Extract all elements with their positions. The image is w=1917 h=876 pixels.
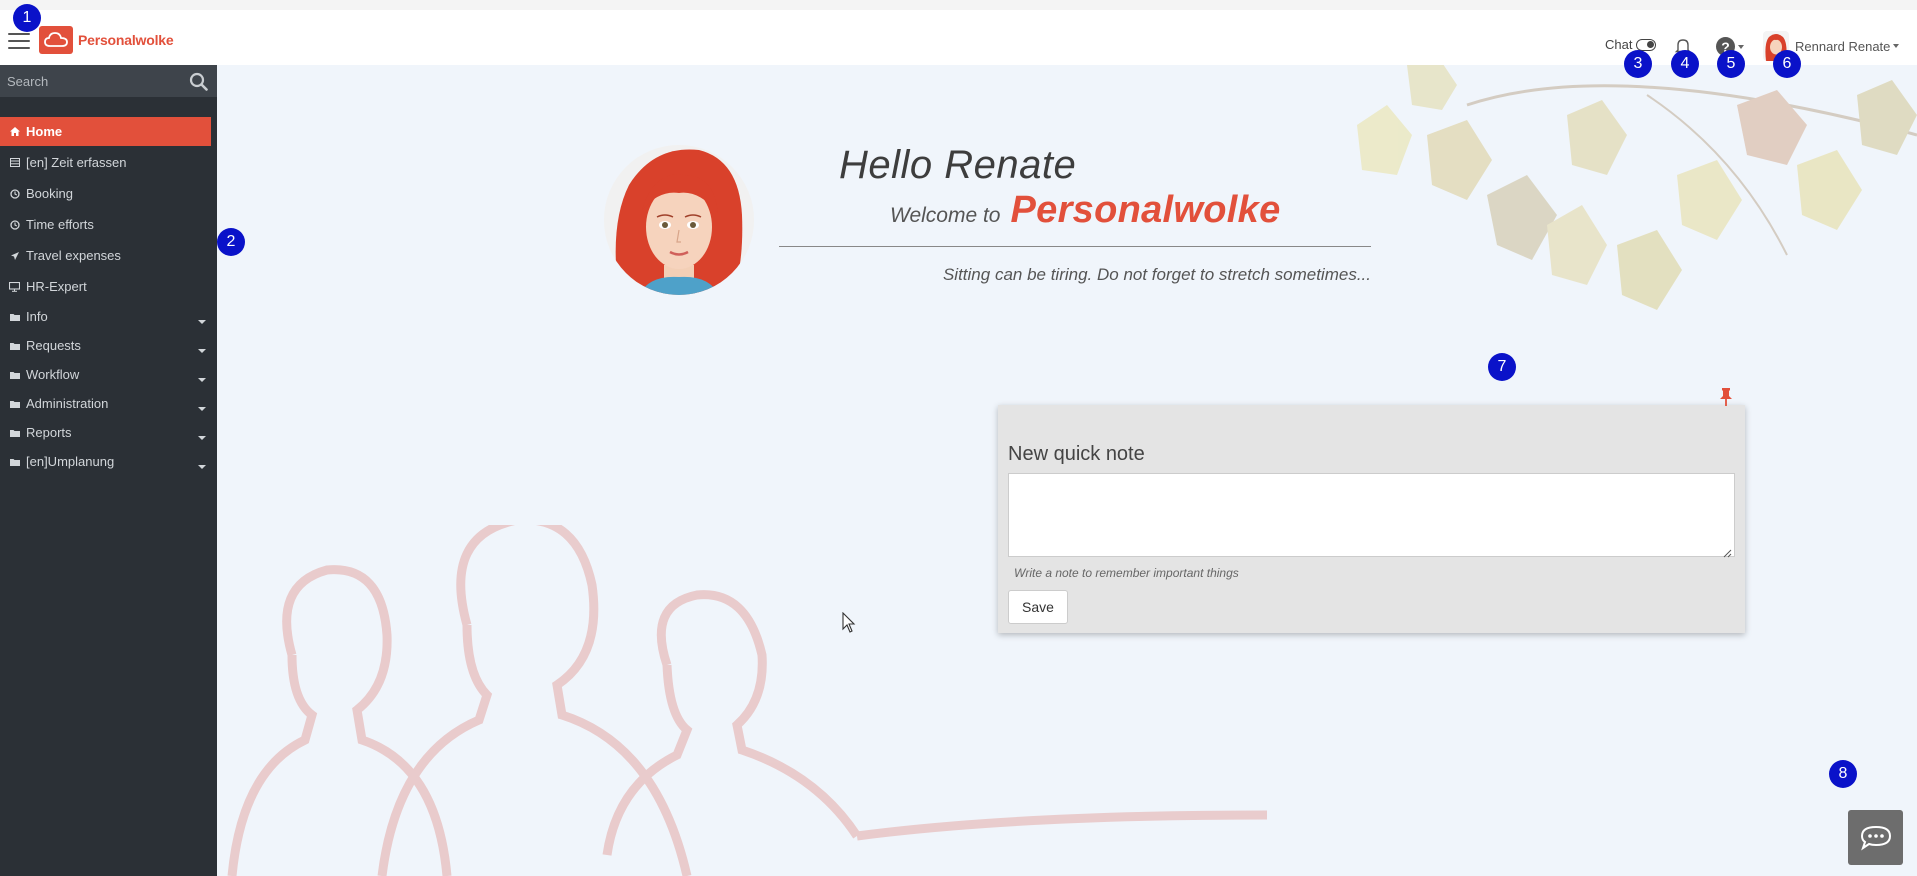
search-icon[interactable]: [189, 72, 208, 91]
welcome-to-text: Welcome to: [890, 204, 1001, 227]
list-icon: [9, 158, 20, 167]
annotation-badge: 3: [1624, 50, 1652, 78]
sidebar-item-label: Info: [26, 309, 48, 324]
leaves-background-image: [1357, 65, 1917, 310]
folder-icon: [9, 371, 20, 379]
chevron-down-icon: [198, 436, 206, 440]
main-content: Hello Renate Welcome to Personalwolke Si…: [217, 65, 1917, 876]
folder-icon: [9, 342, 20, 350]
chat-bubble-icon: [1860, 825, 1891, 850]
quick-note-hint: Write a note to remember important thing…: [1014, 566, 1239, 580]
sidebar-item-booking[interactable]: Booking: [0, 179, 217, 208]
clock-icon: [9, 219, 20, 230]
annotation-badge: 4: [1671, 50, 1699, 78]
logo[interactable]: Personalwolke: [39, 26, 174, 54]
logo-text: Personalwolke: [78, 32, 174, 48]
folder-icon: [9, 458, 20, 466]
quick-note-textarea[interactable]: [1008, 473, 1735, 557]
tip-text: Sitting can be tiring. Do not forget to …: [942, 265, 1371, 284]
hamburger-menu-icon[interactable]: [8, 33, 30, 50]
welcome-line: Welcome to Personalwolke: [890, 189, 1281, 232]
sidebar-item-label: Requests: [26, 338, 81, 353]
plane-icon: [9, 251, 20, 261]
hello-heading: Hello Renate: [839, 143, 1077, 187]
folder-icon: [9, 400, 20, 408]
chat-label: Chat: [1605, 37, 1633, 52]
chat-toggle[interactable]: Chat: [1605, 37, 1657, 52]
chat-widget-button[interactable]: [1848, 810, 1903, 865]
quick-note-title: New quick note: [1008, 443, 1145, 465]
sidebar-item-requests[interactable]: Requests: [0, 332, 217, 359]
welcome-divider: [779, 246, 1371, 247]
sidebar-item-hr-expert[interactable]: HR-Expert: [0, 272, 217, 301]
chevron-down-icon: [198, 465, 206, 469]
sidebar-item-label: Time efforts: [26, 217, 94, 232]
sidebar-search: [0, 65, 217, 97]
sidebar-item-label: Home: [26, 124, 63, 139]
welcome-avatar: [604, 145, 754, 295]
annotation-badge: 8: [1829, 760, 1857, 788]
sidebar-item-label: [en]Umplanung: [26, 454, 115, 469]
sidebar-item-administration[interactable]: Administration: [0, 390, 217, 417]
sidebar-item-label: HR-Expert: [26, 279, 87, 294]
quick-note-widget: New quick note Write a note to remember …: [998, 405, 1745, 633]
sidebar-item-label: Administration: [26, 396, 109, 411]
sidebar-item-label: Travel expenses: [26, 248, 121, 263]
sidebar-item-label: Workflow: [26, 367, 80, 382]
cloud-logo-icon: [39, 26, 73, 54]
chevron-down-icon: [1738, 44, 1744, 49]
sidebar-item-label: Booking: [26, 186, 73, 201]
sidebar-item-workflow[interactable]: Workflow: [0, 361, 217, 388]
brand-name: Personalwolke: [1010, 189, 1281, 231]
sidebar-item-home[interactable]: Home: [0, 117, 211, 146]
chevron-down-icon: [198, 378, 206, 382]
home-icon: [9, 127, 20, 136]
chevron-down-icon: [198, 407, 206, 411]
monitor-icon: [9, 281, 20, 292]
sidebar-menu: Home [en] Zeit erfassen Booking Time eff…: [0, 117, 217, 475]
sidebar-item-label: Reports: [26, 425, 72, 440]
annotation-badge: 5: [1717, 50, 1745, 78]
sidebar-item-zeit-erfassen[interactable]: [en] Zeit erfassen: [0, 148, 217, 177]
mouse-cursor-icon: [842, 612, 856, 633]
clock-icon: [9, 188, 20, 199]
annotation-badge: 1: [13, 4, 41, 32]
folder-icon: [9, 313, 20, 321]
chevron-down-icon: [198, 320, 206, 324]
folder-icon: [9, 429, 20, 437]
pin-icon[interactable]: [1719, 387, 1733, 407]
sidebar-item-time-efforts[interactable]: Time efforts: [0, 210, 217, 239]
sidebar-item-info[interactable]: Info: [0, 303, 217, 330]
sidebar-item-umplanung[interactable]: [en]Umplanung: [0, 448, 217, 475]
resize-handle-icon[interactable]: [1723, 545, 1732, 558]
save-button[interactable]: Save: [1008, 590, 1068, 624]
chevron-down-icon: [198, 349, 206, 353]
toggle-switch-icon[interactable]: [1636, 38, 1657, 51]
search-input[interactable]: [7, 73, 182, 89]
user-name: Rennard Renate: [1795, 38, 1891, 54]
annotation-badge: 2: [217, 228, 245, 256]
chevron-down-icon: [1893, 44, 1900, 48]
sidebar: Home [en] Zeit erfassen Booking Time eff…: [0, 65, 217, 876]
annotation-badge: 7: [1488, 353, 1516, 381]
sidebar-item-travel-expenses[interactable]: Travel expenses: [0, 241, 217, 270]
annotation-badge: 6: [1773, 50, 1801, 78]
sidebar-item-label: [en] Zeit erfassen: [26, 155, 127, 170]
sidebar-item-reports[interactable]: Reports: [0, 419, 217, 446]
